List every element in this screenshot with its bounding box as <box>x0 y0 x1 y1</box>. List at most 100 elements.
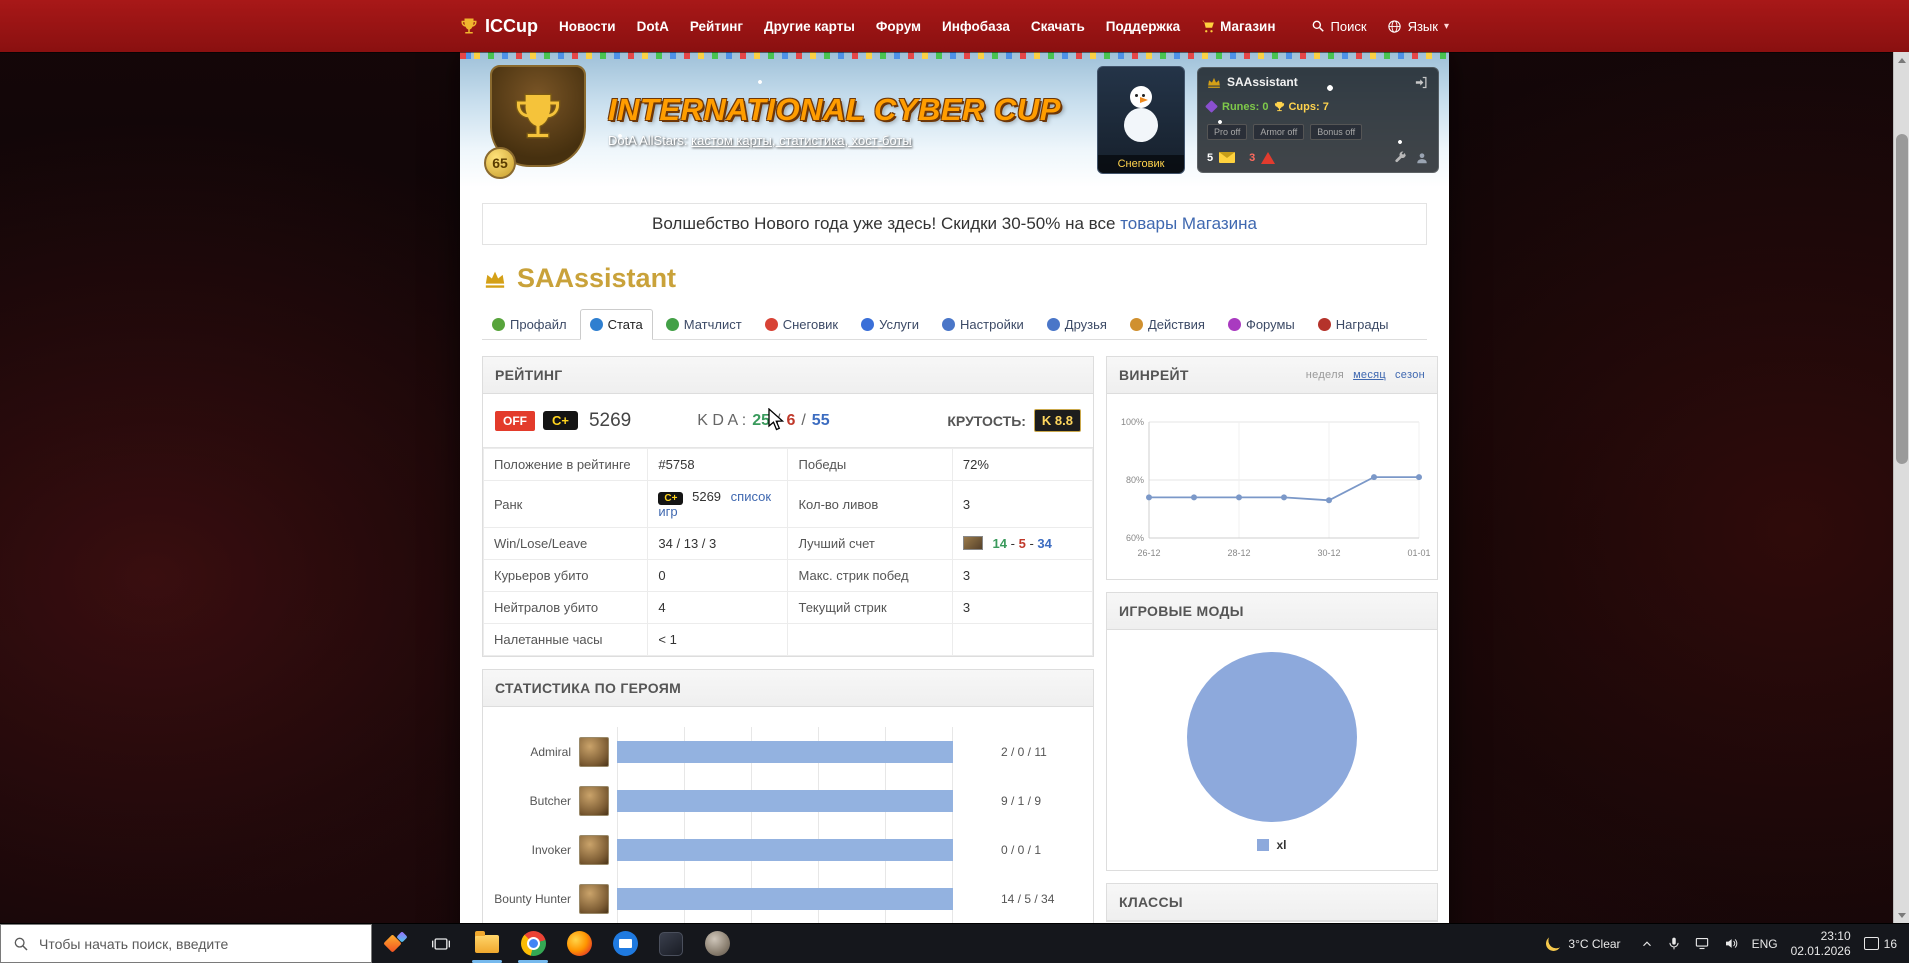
pro-toggle-button[interactable]: Pro off <box>1207 123 1248 140</box>
nav-item-support[interactable]: Поддержка <box>1106 19 1180 34</box>
coolness-badge: K 8.8 <box>1033 409 1081 432</box>
search-button[interactable]: Поиск <box>1311 19 1367 34</box>
tab-stats[interactable]: Стата <box>579 309 653 340</box>
user-quick-panel: SAAssistant Runes: 0 Cups: 7 Pro off Arm… <box>1197 66 1439 173</box>
brand-name: ICCup <box>485 15 538 36</box>
tab-actions[interactable]: Действия <box>1120 309 1215 340</box>
tab-services[interactable]: Услуги <box>851 309 929 340</box>
matchlist-tab-icon <box>665 318 679 331</box>
nav-item-download[interactable]: Скачать <box>1031 19 1085 34</box>
nav-item-dota[interactable]: DotA <box>637 19 669 34</box>
snowman-event-widget[interactable]: Снеговик <box>1097 65 1185 174</box>
hero-stats-header: СТАТИСТИКА ПО ГЕРОЯМ <box>483 670 1093 707</box>
coolness-block: КРУТОСТЬ: K 8.8 <box>947 409 1081 432</box>
time: 23:10 <box>1820 928 1851 943</box>
tab-snowman[interactable]: Снеговик <box>755 309 848 340</box>
game-modes-panel: ИГРОВЫЕ МОДЫ xl <box>1106 592 1438 871</box>
winrate-period-season[interactable]: сезон <box>1395 369 1425 381</box>
search-icon <box>1312 20 1324 32</box>
nav-item-rating[interactable]: Рейтинг <box>690 19 743 34</box>
taskbar-app-firefox[interactable] <box>556 924 602 963</box>
hidden-icons-chevron[interactable] <box>1640 937 1654 951</box>
tab-settings[interactable]: Настройки <box>932 309 1034 340</box>
network-icon[interactable] <box>1694 936 1710 951</box>
weather-widget[interactable]: 3°C Clear <box>1540 936 1626 951</box>
warning-icon[interactable] <box>1261 151 1276 164</box>
taskbar-app-mail[interactable] <box>602 924 648 963</box>
hero-row-bounty-hunter: Bounty Hunter 14 / 5 / 34 <box>493 874 1083 923</box>
mail-icon[interactable] <box>1219 152 1236 163</box>
task-view-button[interactable] <box>418 924 464 963</box>
armor-toggle-button[interactable]: Armor off <box>1253 123 1305 140</box>
taskbar-app-dark[interactable] <box>648 924 694 963</box>
settings-tab-icon <box>942 318 956 331</box>
site-banner: 65 INTERNATIONAL CYBER CUP DotA AllStars… <box>460 52 1449 187</box>
game-modes-pie-chart <box>1187 652 1357 822</box>
notification-count: 16 <box>1883 936 1897 951</box>
taskbar-app-explorer[interactable] <box>464 924 510 963</box>
action-center-button[interactable]: 16 <box>1863 936 1901 951</box>
notification-icon <box>1863 937 1879 950</box>
microphone-icon[interactable] <box>1667 936 1681 951</box>
friends-icon[interactable] <box>1415 151 1429 165</box>
task-view-icon <box>432 937 450 950</box>
winrate-period-month[interactable]: месяц <box>1353 369 1386 381</box>
wrench-icon[interactable] <box>1393 151 1407 165</box>
taskbar-app-gimp[interactable] <box>694 924 740 963</box>
snowman-tab-icon <box>764 318 778 331</box>
browser-scrollbar[interactable] <box>1893 52 1909 923</box>
hero-avatar <box>579 834 609 865</box>
svg-text:30-12: 30-12 <box>1317 548 1340 558</box>
search-placeholder: Чтобы начать поиск, введите <box>39 935 229 952</box>
forums-tab-icon <box>1227 318 1241 331</box>
classes-header: КЛАССЫ <box>1107 884 1437 921</box>
tab-forums[interactable]: Форумы <box>1218 309 1305 340</box>
rank-badge: C+ <box>543 411 578 430</box>
nav-item-other-maps[interactable]: Другие карты <box>764 19 855 34</box>
tab-awards[interactable]: Награды <box>1308 309 1399 340</box>
svg-text:80%: 80% <box>1126 475 1144 485</box>
winrate-period-week[interactable]: неделя <box>1306 369 1344 381</box>
warning-count: 3 <box>1249 151 1256 164</box>
rating-points: 5269 <box>588 409 632 431</box>
taskbar-search-box[interactable]: Чтобы начать поиск, введите <box>0 924 372 963</box>
profile-tab-icon <box>492 318 505 331</box>
iccup-logo[interactable]: ICCup <box>460 16 538 37</box>
taskbar-clock[interactable]: 23:10 02.01.2026 <box>1791 929 1851 959</box>
snowman-icon <box>1121 85 1161 142</box>
table-row: Нейтралов убито 4 Текущий стрик 3 <box>482 591 1094 624</box>
tab-profile[interactable]: Профайл <box>482 309 577 340</box>
page-viewport: 65 INTERNATIONAL CYBER CUP DotA AllStars… <box>0 52 1909 923</box>
hero-stats-panel: СТАТИСТИКА ПО ГЕРОЯМ Admiral 2 / 0 / 11 … <box>482 669 1094 923</box>
scrollbar-up-arrow[interactable] <box>1894 52 1909 68</box>
nav-item-forum[interactable]: Форум <box>876 19 921 34</box>
pie-legend: xl <box>1107 838 1437 870</box>
winrate-header: ВИНРЕЙТ <box>1119 367 1189 383</box>
svg-text:100%: 100% <box>1121 417 1144 427</box>
panel-username[interactable]: SAAssistant <box>1227 75 1298 89</box>
input-language[interactable]: ENG <box>1752 937 1778 951</box>
nav-item-news[interactable]: Новости <box>559 19 616 34</box>
hero-bar <box>617 740 953 763</box>
bonus-toggle-button[interactable]: Bonus off <box>1310 123 1363 140</box>
volume-icon[interactable] <box>1723 936 1739 951</box>
banner-subtitle: DotA AllStars: кастом карты, статистика,… <box>608 132 912 148</box>
nav-item-shop[interactable]: Магазин <box>1201 19 1276 34</box>
search-highlights-button[interactable] <box>372 924 418 963</box>
scrollbar-down-arrow[interactable] <box>1894 907 1909 923</box>
scrollbar-thumb[interactable] <box>1896 134 1908 464</box>
tab-matchlist[interactable]: Матчлист <box>656 309 752 340</box>
language-selector[interactable]: Язык ▾ <box>1387 19 1449 34</box>
table-row: Ранк C+ 5269 список игр Кол-во ливов 3 <box>482 480 1094 528</box>
logout-icon[interactable] <box>1414 75 1429 90</box>
weather-text: 3°C Clear <box>1568 936 1621 951</box>
trophy-icon <box>515 93 561 138</box>
runes-count: Runes: 0 <box>1222 100 1269 113</box>
stats-tab-icon <box>589 318 603 331</box>
profile-tabs: Профайл Стата Матчлист Снеговик Услуги Н… <box>482 308 1427 340</box>
nav-item-infobase[interactable]: Инфобаза <box>942 19 1010 34</box>
taskbar-app-chrome[interactable] <box>510 924 556 963</box>
tab-friends[interactable]: Друзья <box>1037 309 1117 340</box>
winrate-panel: ВИНРЕЙТ неделя месяц сезон 100% 80% 60% 26-… <box>1106 356 1438 580</box>
shop-items-link[interactable]: товары Магазина <box>1120 214 1257 233</box>
